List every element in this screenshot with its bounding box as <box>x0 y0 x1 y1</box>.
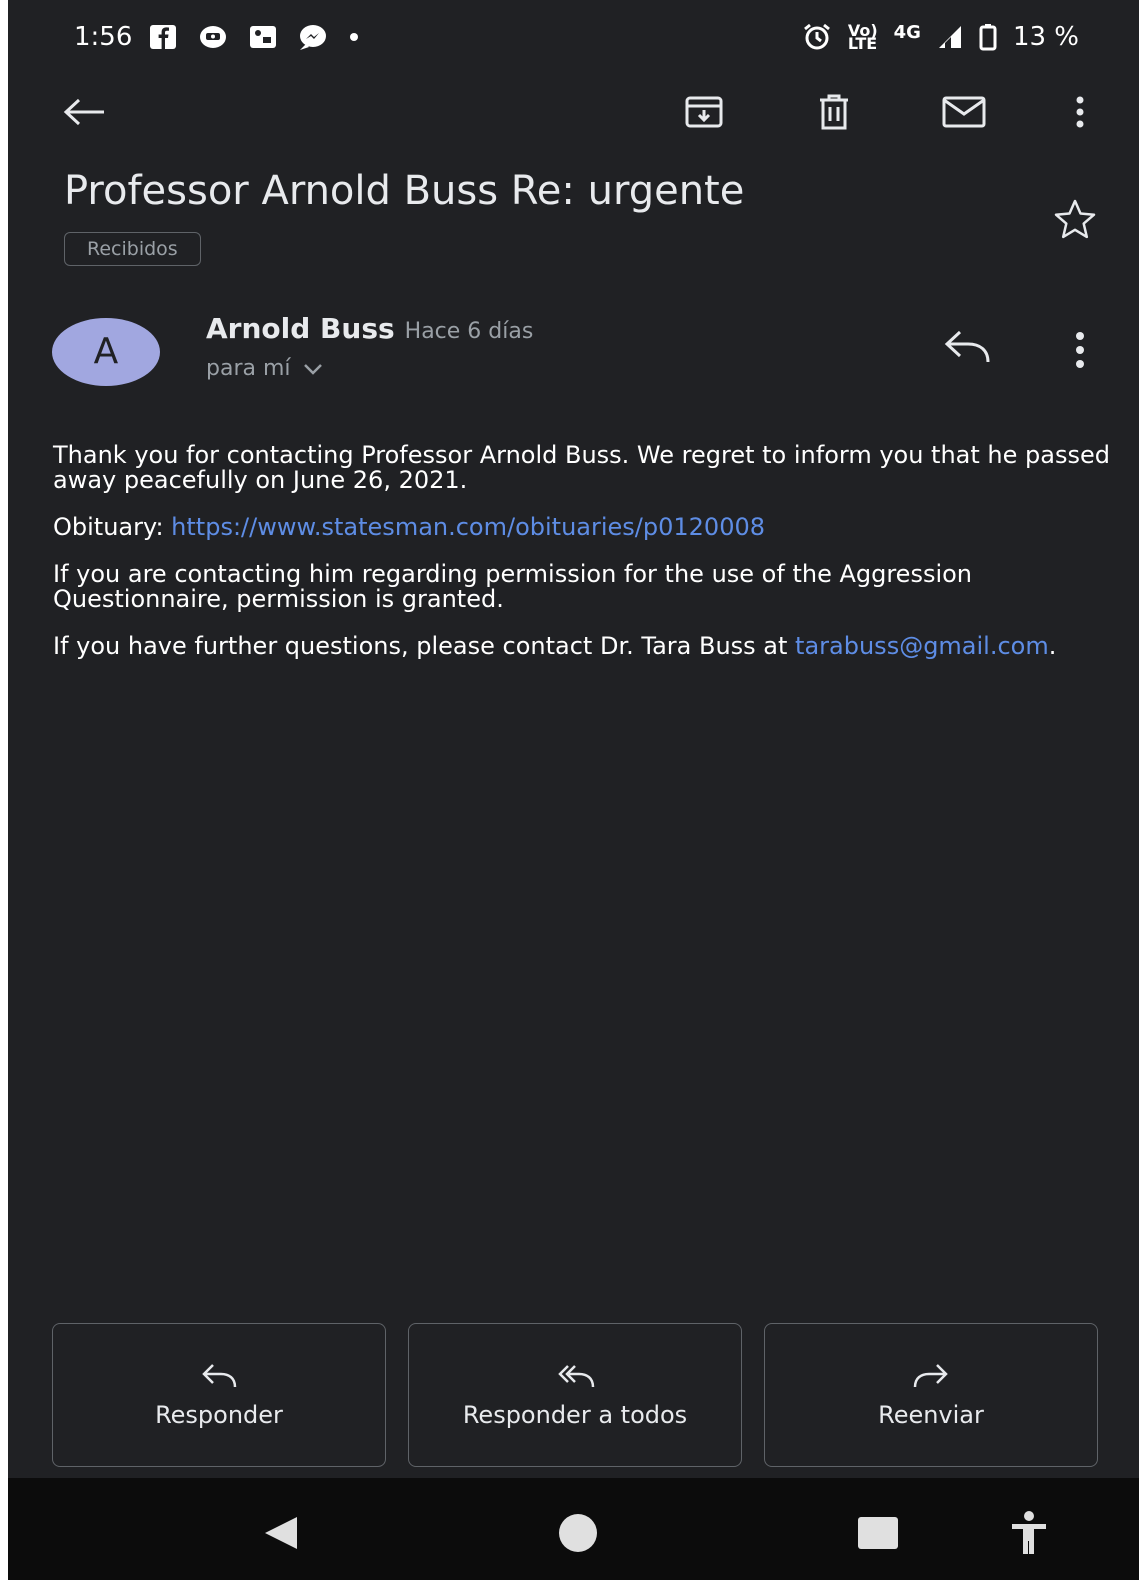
reply-icon[interactable] <box>938 322 994 374</box>
status-bar: 1:56 Vo) LTE 4G 13 % <box>8 0 1139 75</box>
reply-all-button[interactable]: Responder a todos <box>408 1323 742 1467</box>
email-toolbar <box>8 78 1139 142</box>
chevron-down-icon <box>303 363 322 375</box>
alarm-icon <box>803 23 830 50</box>
archive-button[interactable] <box>680 88 728 136</box>
obituary-paragraph: Obituary: https://www.statesman.com/obit… <box>53 513 766 541</box>
body-paragraph: If you are contacting him regarding perm… <box>53 560 973 613</box>
mail-icon <box>942 96 986 128</box>
signal-icon <box>938 26 961 48</box>
nav-recents-icon <box>858 1517 898 1549</box>
notification-icons <box>148 22 360 52</box>
nav-home-icon <box>559 1514 597 1552</box>
back-button[interactable] <box>60 88 108 136</box>
email-subject: Professor Arnold Buss Re: urgente <box>64 168 745 214</box>
more-notifications-dot-icon <box>350 33 358 41</box>
reply-button[interactable]: Responder <box>52 1323 386 1467</box>
messenger-icon <box>300 25 326 50</box>
chat-app-icon <box>200 26 226 48</box>
message-more-icon[interactable] <box>1060 326 1100 374</box>
forward-icon <box>913 1364 948 1388</box>
network-type: 4G <box>893 21 921 43</box>
nav-back-icon <box>265 1517 297 1549</box>
forward-label: Reenviar <box>878 1401 984 1429</box>
avatar[interactable]: A <box>52 318 160 386</box>
contact-paragraph: If you have further questions, please co… <box>53 632 1057 660</box>
reply-label: Responder <box>155 1401 283 1429</box>
reply-all-label: Responder a todos <box>462 1401 688 1429</box>
nav-recents-button[interactable] <box>853 1508 903 1558</box>
accessibility-button[interactable] <box>1004 1508 1054 1558</box>
delete-button[interactable] <box>810 88 858 136</box>
reply-icon <box>202 1364 237 1388</box>
reply-all-icon <box>558 1365 595 1388</box>
sender-name[interactable]: Arnold Buss <box>206 312 395 345</box>
facebook-icon <box>150 25 176 49</box>
mark-unread-button[interactable] <box>940 88 988 136</box>
battery-level: 13 % <box>1012 22 1079 52</box>
nav-home-button[interactable] <box>553 1508 603 1558</box>
status-time: 1:56 <box>74 22 133 52</box>
system-nav-bar <box>8 1478 1139 1580</box>
status-right: Vo) LTE 4G 13 % <box>802 22 1079 52</box>
phone-screen: 1:56 Vo) LTE 4G 13 % Professor Arnold Bu… <box>8 0 1139 1580</box>
more-vert-icon <box>1076 96 1084 128</box>
volte-indicator: Vo) LTE <box>847 21 878 53</box>
recipients-toggle[interactable]: para mí <box>206 356 323 381</box>
gallery-app-icon <box>250 26 276 48</box>
label-chip-inbox[interactable]: Recibidos <box>64 232 201 266</box>
more-options-button[interactable] <box>1056 88 1104 136</box>
nav-back-button[interactable] <box>256 1508 306 1558</box>
reply-actions: Responder Responder a todos Reenviar <box>52 1323 1102 1469</box>
battery-icon <box>979 24 997 51</box>
forward-button[interactable]: Reenviar <box>764 1323 1098 1467</box>
obituary-link[interactable]: https://www.statesman.com/obituaries/p01… <box>171 513 765 541</box>
back-arrow-icon <box>63 98 104 126</box>
archive-icon <box>685 96 723 128</box>
recipients-label: para mí <box>206 356 291 381</box>
trash-icon <box>820 94 848 130</box>
email-body: Thank you for contacting Professor Arnol… <box>53 443 1123 681</box>
email-link[interactable]: tarabuss@gmail.com <box>795 632 1049 660</box>
star-icon[interactable] <box>1053 198 1097 242</box>
sender-line: Arnold Buss Hace 6 días <box>206 312 533 345</box>
sent-time: Hace 6 días <box>404 319 534 344</box>
accessibility-icon <box>1012 1511 1046 1554</box>
body-paragraph: Thank you for contacting Professor Arnol… <box>53 441 1110 494</box>
